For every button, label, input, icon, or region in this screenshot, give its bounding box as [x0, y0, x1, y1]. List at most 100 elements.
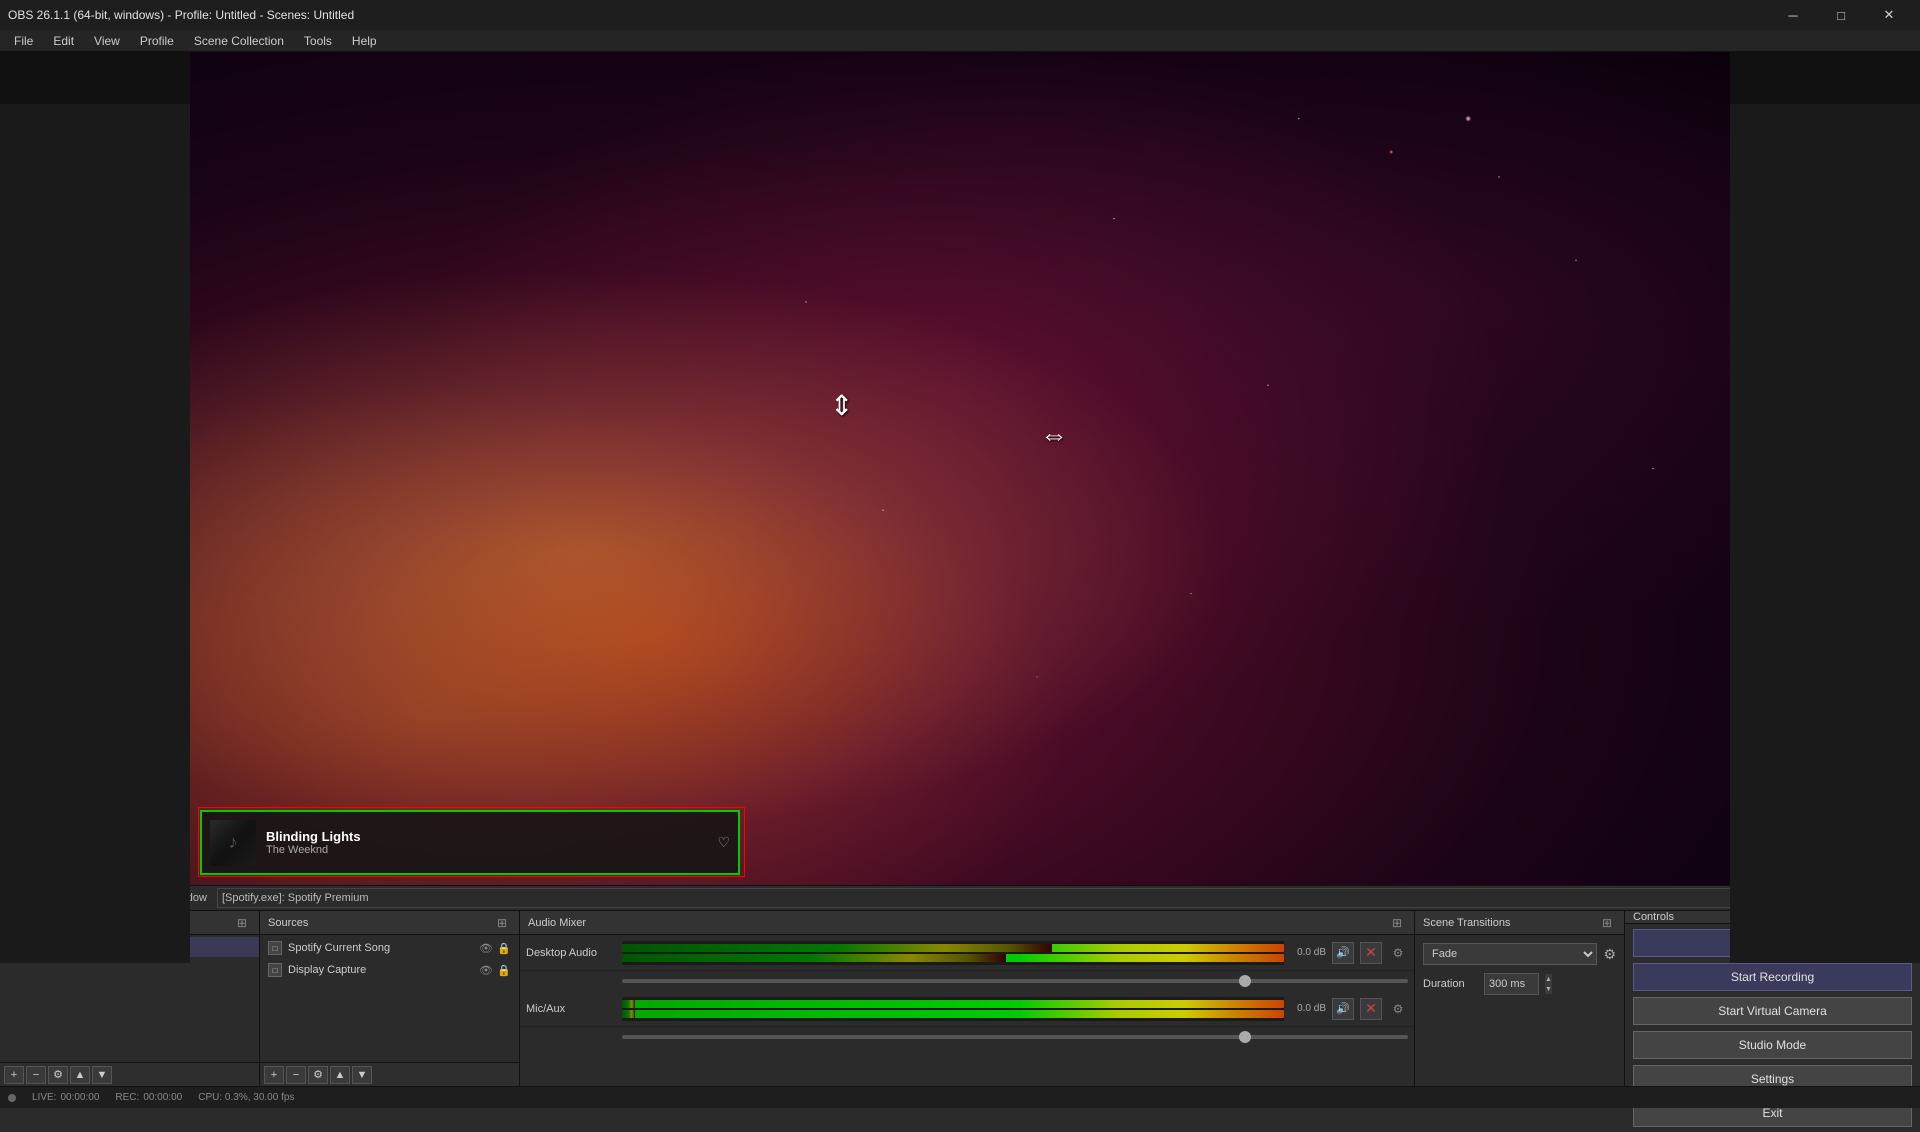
desktop-audio-settings-button[interactable]: ⚙: [1388, 943, 1408, 963]
window-dropdown[interactable]: [Spotify.exe]: Spotify Premium ▼: [217, 888, 1916, 908]
scene-move-down-button[interactable]: ▼: [92, 1066, 112, 1084]
mic-aux-fill-bottom: [622, 1010, 635, 1018]
menu-tools[interactable]: Tools: [294, 32, 342, 50]
live-status: LIVE: 00:00:00: [32, 1092, 99, 1103]
menubar: File Edit View Profile Scene Collection …: [0, 30, 1920, 52]
start-virtual-camera-button[interactable]: Start Virtual Camera: [1633, 997, 1912, 1025]
remove-scene-button[interactable]: −: [26, 1066, 46, 1084]
scene-settings-button[interactable]: ⚙: [48, 1066, 68, 1084]
minimize-button[interactable]: ─: [1770, 0, 1816, 30]
remove-source-button[interactable]: −: [286, 1066, 306, 1084]
scenes-overflow-icon[interactable]: ⊞: [233, 916, 251, 930]
desktop-audio-label: Desktop Audio: [526, 947, 616, 959]
mic-aux-slider[interactable]: [622, 1035, 1408, 1039]
audio-mixer-header: Audio Mixer ⊞: [520, 911, 1414, 935]
desktop-audio-bar-bottom: [622, 954, 1284, 962]
audio-mixer-overflow-icon[interactable]: ⊞: [1388, 916, 1406, 930]
start-recording-button[interactable]: Start Recording: [1633, 963, 1912, 991]
desktop-audio-slider[interactable]: [622, 979, 1408, 983]
source-lock-icon-spotify[interactable]: 🔒: [497, 942, 511, 955]
spotify-artist: The Weeknd: [266, 844, 707, 856]
mic-aux-label: Mic/Aux: [526, 1003, 616, 1015]
add-source-button[interactable]: +: [264, 1066, 284, 1084]
transitions-content: Fade Cut Swipe Slide ⚙ Duration ▲ ▼: [1415, 935, 1624, 1003]
sources-toolbar: + − ⚙ ▲ ▼: [260, 1062, 519, 1086]
menu-scene-collection[interactable]: Scene Collection: [184, 32, 294, 50]
desktop-audio-bar-top: [622, 944, 1284, 952]
transition-settings-icon[interactable]: ⚙: [1603, 946, 1616, 963]
source-settings-button[interactable]: ⚙: [308, 1066, 328, 1084]
source-icon-display: □: [268, 963, 282, 977]
live-time: 00:00:00: [60, 1092, 99, 1103]
source-item-spotify[interactable]: □ Spotify Current Song 👁 🔒: [260, 937, 519, 959]
close-button[interactable]: ✕: [1866, 0, 1912, 30]
sources-overflow-icon[interactable]: ⊞: [493, 916, 511, 930]
mic-aux-bar-top: [622, 1000, 1284, 1008]
titlebar-title: OBS 26.1.1 (64-bit, windows) - Profile: …: [8, 8, 354, 22]
source-visibility-icon-spotify[interactable]: 👁: [479, 942, 493, 955]
mic-aux-volume-button[interactable]: 🔊: [1332, 998, 1354, 1020]
duration-decrement-button[interactable]: ▼: [1545, 984, 1552, 994]
move-handle-horizontal: ⇔: [1040, 419, 1068, 451]
mic-aux-mute-button[interactable]: ✕: [1360, 998, 1382, 1020]
spotify-album-art: [210, 820, 256, 866]
mic-aux-fill-top: [622, 1000, 635, 1008]
cpu-status: CPU: 0.3%, 30.00 fps: [198, 1092, 294, 1103]
mic-aux-meter: [622, 997, 1284, 1021]
scene-move-up-button[interactable]: ▲: [70, 1066, 90, 1084]
transitions-header: Scene Transitions ⊞: [1415, 911, 1624, 935]
transition-duration-input[interactable]: [1484, 973, 1539, 995]
transition-type-select[interactable]: Fade Cut Swipe Slide: [1423, 943, 1597, 965]
mic-aux-channel: Mic/Aux 0.0 dB 🔊 ✕ ⚙: [520, 991, 1414, 1027]
source-controls-display: 👁 🔒: [479, 964, 511, 977]
menu-edit[interactable]: Edit: [43, 32, 84, 50]
desktop-audio-meter: [622, 941, 1284, 965]
menu-profile[interactable]: Profile: [130, 32, 184, 50]
live-label: LIVE:: [32, 1092, 56, 1103]
desktop-audio-mute-button[interactable]: ✕: [1360, 942, 1382, 964]
source-name-spotify: Spotify Current Song: [288, 942, 390, 954]
desktop-audio-fill-bottom: [622, 954, 1006, 962]
maximize-button[interactable]: □: [1818, 0, 1864, 30]
network-status-indicator: [8, 1094, 16, 1102]
mic-aux-slider-thumb[interactable]: [1239, 1031, 1251, 1043]
mic-aux-bar-bottom: [622, 1010, 1284, 1018]
desktop-audio-channel: Desktop Audio 0.0 dB 🔊 ✕ ⚙: [520, 935, 1414, 971]
source-move-down-button[interactable]: ▼: [352, 1066, 372, 1084]
source-move-up-button[interactable]: ▲: [330, 1066, 350, 1084]
mic-aux-settings-button[interactable]: ⚙: [1388, 999, 1408, 1019]
duration-label: Duration: [1423, 978, 1478, 990]
bottom-panels: Scenes ⊞ Scene 1 + − ⚙ ▲ ▼ Sources ⊞: [0, 911, 1920, 1086]
menu-view[interactable]: View: [84, 32, 130, 50]
menu-file[interactable]: File: [4, 32, 43, 50]
transition-type-row: Fade Cut Swipe Slide ⚙: [1415, 939, 1624, 969]
mic-aux-slider-row: [520, 1027, 1414, 1047]
add-scene-button[interactable]: +: [4, 1066, 24, 1084]
source-lock-icon-display[interactable]: 🔒: [497, 964, 511, 977]
source-icon-spotify: □: [268, 941, 282, 955]
preview-area[interactable]: Blinding Lights The Weeknd ♡ ⇕ ⇔: [190, 52, 1730, 885]
menu-help[interactable]: Help: [342, 32, 387, 50]
desktop-audio-volume-button[interactable]: 🔊: [1332, 942, 1354, 964]
source-item-display[interactable]: □ Display Capture 👁 🔒: [260, 959, 519, 981]
source-name-display: Display Capture: [288, 964, 366, 976]
network-status-dot: [8, 1094, 16, 1102]
desktop-audio-slider-thumb[interactable]: [1239, 975, 1251, 987]
duration-increment-button[interactable]: ▲: [1545, 974, 1552, 984]
left-margin: [0, 104, 190, 963]
source-visibility-icon-display[interactable]: 👁: [479, 964, 493, 977]
overlay-selection-border: [198, 807, 745, 877]
transitions-overflow-icon[interactable]: ⊞: [1598, 916, 1616, 930]
spotify-info: Blinding Lights The Weeknd: [266, 829, 707, 856]
cpu-label: CPU: 0.3%, 30.00 fps: [198, 1092, 294, 1103]
source-bar: ⚙ Properties ⚙ Filters Window [Spotify.e…: [0, 885, 1920, 911]
main-container: Blinding Lights The Weeknd ♡ ⇕ ⇔: [0, 52, 1920, 1108]
scene-transitions-panel: Scene Transitions ⊞ Fade Cut Swipe Slide…: [1415, 911, 1625, 1086]
desktop-audio-slider-row: [520, 971, 1414, 991]
move-handle-vertical: ⇕: [830, 389, 853, 422]
rec-label: REC:: [115, 1092, 139, 1103]
spotify-heart-icon: ♡: [717, 834, 730, 851]
scenes-toolbar: + − ⚙ ▲ ▼: [0, 1062, 259, 1086]
spotify-song-title: Blinding Lights: [266, 829, 707, 844]
studio-mode-button[interactable]: Studio Mode: [1633, 1031, 1912, 1059]
